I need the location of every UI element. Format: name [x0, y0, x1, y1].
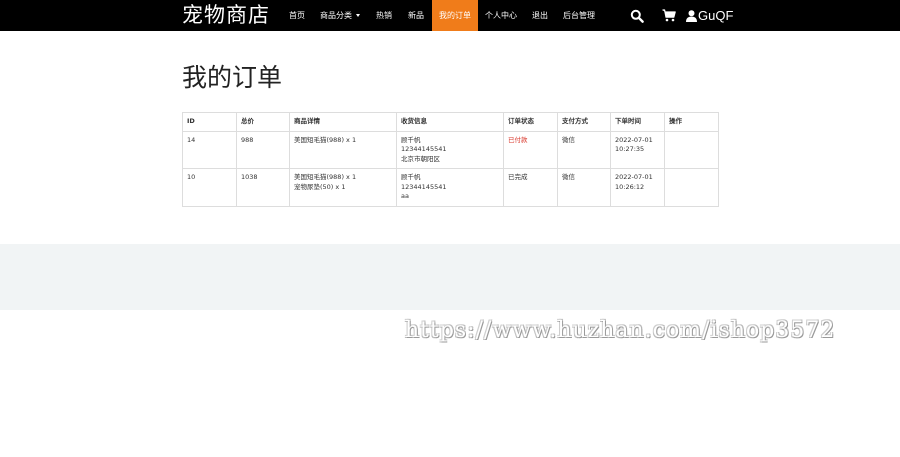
nav-logout-label: 退出: [532, 11, 548, 20]
shipping-phone: 12344145541: [401, 182, 447, 191]
nav-categories[interactable]: 商品分类: [312, 0, 368, 31]
order-actions: [664, 168, 719, 207]
order-item-line: 宠物尿垫(50) x 1: [294, 182, 346, 191]
table-row: 10 1038 美国短毛猫(988) x 1 宠物尿垫(50) x 1 顾千帆 …: [182, 168, 719, 207]
order-actions: [664, 130, 719, 169]
order-date: 2022-07-01: [615, 173, 653, 181]
page-title: 我的订单: [182, 63, 283, 92]
shipping-address: 北京市朝阳区: [401, 154, 440, 163]
brand-logo[interactable]: 宠物商店: [182, 0, 270, 31]
order-clock: 10:27:35: [615, 145, 645, 153]
user-menu[interactable]: GuQF: [686, 0, 733, 31]
username: GuQF: [698, 8, 734, 23]
nav-logout[interactable]: 退出: [524, 0, 556, 31]
order-id: 10: [182, 168, 237, 207]
order-time: 2022-07-01 10:27:35: [610, 130, 665, 169]
nav-home[interactable]: 首页: [282, 0, 312, 31]
nav-profile[interactable]: 个人中心: [478, 0, 524, 31]
shipping-address: aa: [401, 192, 409, 200]
nav-admin[interactable]: 后台管理: [556, 0, 602, 31]
col-header-payment: 支付方式: [557, 112, 611, 132]
col-header-time: 下单时间: [610, 112, 665, 132]
order-shipping: 顾千帆 12344145541 aa: [396, 168, 504, 207]
order-items: 美国短毛猫(988) x 1: [289, 130, 397, 169]
order-payment: 微信: [557, 168, 611, 207]
top-navbar: 宠物商店 首页 商品分类 热销 新品 我的订单 个人中心 退出 后台管理 GuQ…: [0, 0, 900, 31]
table-header-row: ID 总价 商品详情 收货信息 订单状态 支付方式 下单时间 操作: [182, 112, 719, 132]
col-header-id: ID: [182, 112, 237, 132]
shipping-phone: 12344145541: [401, 145, 447, 153]
order-total: 1038: [236, 168, 290, 207]
col-header-total: 总价: [236, 112, 290, 132]
nav-hot-label: 热销: [376, 11, 392, 20]
search-button[interactable]: [630, 0, 644, 31]
shipping-name: 顾千帆: [401, 173, 421, 181]
nav-admin-label: 后台管理: [563, 11, 595, 20]
order-status: 已付款: [503, 130, 558, 169]
order-item-line: 美国短毛猫(988) x 1: [294, 135, 357, 144]
order-item-line: 美国短毛猫(988) x 1: [294, 173, 357, 181]
nav-my-orders-label: 我的订单: [439, 11, 471, 20]
cart-icon: [662, 9, 676, 22]
col-header-status: 订单状态: [503, 112, 558, 132]
orders-table: ID 总价 商品详情 收货信息 订单状态 支付方式 下单时间 操作 14 988…: [182, 112, 719, 207]
footer: [0, 244, 900, 310]
status-badge: 已付款: [508, 135, 528, 144]
col-header-actions: 操作: [664, 112, 719, 132]
search-icon: [630, 9, 644, 23]
order-items: 美国短毛猫(988) x 1 宠物尿垫(50) x 1: [289, 168, 397, 207]
table-row: 14 988 美国短毛猫(988) x 1 顾千帆 12344145541 北京…: [182, 130, 719, 169]
nav-hot[interactable]: 热销: [368, 0, 400, 31]
order-total: 988: [236, 130, 290, 169]
nav-my-orders[interactable]: 我的订单: [432, 0, 478, 31]
status-badge: 已完成: [508, 173, 528, 181]
nav-new[interactable]: 新品: [400, 0, 432, 31]
order-status: 已完成: [503, 168, 558, 207]
order-time: 2022-07-01 10:26:12: [610, 168, 665, 207]
col-header-shipping: 收货信息: [396, 112, 504, 132]
col-header-items: 商品详情: [289, 112, 397, 132]
order-date: 2022-07-01: [615, 135, 653, 144]
order-id: 14: [182, 130, 237, 169]
order-shipping: 顾千帆 12344145541 北京市朝阳区: [396, 130, 504, 169]
shipping-name: 顾千帆: [401, 135, 421, 144]
user-icon: [686, 9, 697, 22]
nav-profile-label: 个人中心: [485, 11, 517, 20]
nav-categories-label: 商品分类: [320, 11, 352, 20]
cart-button[interactable]: [662, 0, 676, 31]
nav-new-label: 新品: [408, 11, 424, 20]
chevron-down-icon: [356, 14, 360, 17]
order-payment: 微信: [557, 130, 611, 169]
watermark-text: https://www.huzhan.com/ishop3572: [405, 318, 836, 343]
order-clock: 10:26:12: [615, 182, 645, 191]
nav-home-label: 首页: [289, 11, 305, 20]
